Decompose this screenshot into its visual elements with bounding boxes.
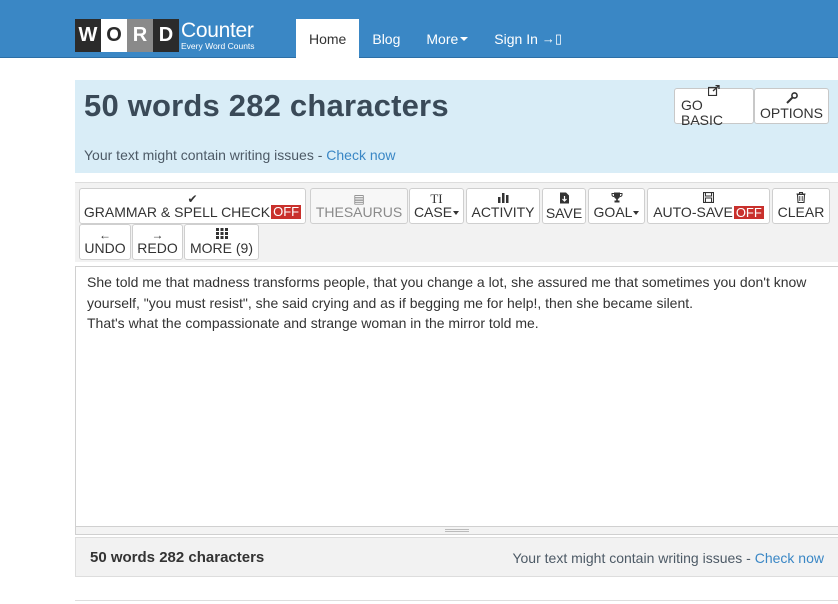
options-button[interactable]: OPTIONS	[754, 88, 829, 124]
go-basic-label: GO BASIC	[681, 96, 724, 128]
text-editor[interactable]: She told me that madness transforms peop…	[75, 266, 838, 527]
thesaurus-button[interactable]: ▤ THESAURUS	[310, 188, 408, 224]
goal-label: GOAL	[593, 204, 633, 221]
nav-blog-label: Blog	[372, 30, 401, 47]
site-logo[interactable]: W O R D Counter Every Word Counts	[75, 19, 255, 52]
nav-sign-in-label: Sign In	[494, 30, 538, 47]
book-icon: ▤	[353, 191, 365, 206]
clear-label: CLEAR	[777, 204, 825, 221]
grammar-label: GRAMMAR & SPELL CHECK	[83, 203, 271, 220]
arrow-right-icon: →	[151, 227, 164, 242]
case-caret-icon	[453, 210, 460, 215]
logo-letter-r: R	[127, 19, 153, 52]
nav-home-label: Home	[309, 30, 347, 47]
grip-icon	[445, 529, 469, 532]
save-label: SAVE	[545, 204, 583, 221]
sign-in-icon: →▯	[541, 30, 563, 46]
footer-stats-bar: 50 words 282 characters Your text might …	[75, 537, 838, 577]
undo-label: UNDO	[84, 239, 126, 256]
auto-save-off-badge: OFF	[733, 204, 764, 220]
case-label: CASE	[413, 204, 453, 221]
redo-button[interactable]: → REDO	[132, 224, 183, 260]
go-basic-button[interactable]: GO BASIC	[674, 84, 754, 128]
more-tools-label: MORE (9)	[190, 240, 253, 257]
check-icon: ✔	[187, 191, 198, 206]
activity-button[interactable]: ACTIVITY	[466, 188, 540, 224]
word-char-count: 50 words 282 characters	[84, 88, 449, 123]
download-file-icon	[559, 192, 570, 206]
auto-save-label-row: AUTO-SAVE OFF	[653, 205, 764, 220]
editor-line: yourself, "you must resist", she said cr…	[87, 294, 694, 311]
nav-more-label: More	[426, 30, 459, 47]
logo-tagline: Every Word Counts	[181, 41, 255, 52]
auto-save-button[interactable]: AUTO-SAVE OFF	[647, 188, 770, 224]
stats-banner: 50 words 282 characters Your text might …	[75, 80, 838, 173]
logo-letter-d: D	[153, 19, 179, 52]
external-link-icon	[707, 84, 720, 98]
grammar-off-badge: OFF	[271, 204, 302, 220]
top-navbar: W O R D Counter Every Word Counts Home B…	[0, 0, 838, 58]
grammar-label-row: GRAMMAR & SPELL CHECK OFF	[83, 203, 302, 220]
auto-save-label: AUTO-SAVE	[653, 204, 733, 221]
nav-more[interactable]: More	[413, 19, 481, 58]
footer-writing-issues-notice: Your text might contain writing issues -…	[512, 550, 824, 566]
editor-toolbar: ✔ GRAMMAR & SPELL CHECK OFF ▤ THESAURUS T…	[75, 182, 838, 262]
undo-button[interactable]: ← UNDO	[79, 224, 131, 260]
logo-name: Counter	[181, 19, 254, 43]
nav-blog[interactable]: Blog	[359, 19, 413, 58]
nav-sign-in[interactable]: Sign In →▯	[481, 19, 575, 58]
editor-resize-handle[interactable]	[75, 527, 838, 535]
footer-check-now-link[interactable]: Check now	[755, 550, 824, 566]
nav-home[interactable]: Home	[296, 19, 360, 58]
options-label: OPTIONS	[760, 104, 824, 121]
logo-wordmark: Counter Every Word Counts	[181, 20, 255, 51]
activity-label: ACTIVITY	[471, 204, 535, 221]
check-now-link[interactable]: Check now	[326, 147, 395, 163]
grammar-spell-check-button[interactable]: ✔ GRAMMAR & SPELL CHECK OFF	[79, 188, 306, 224]
goal-label-row: GOAL	[594, 205, 640, 220]
caret-down-icon	[460, 36, 469, 41]
editor-line: She told me that madness transforms peop…	[87, 274, 807, 290]
footer-writing-issues-text: Your text might contain writing issues -	[512, 550, 755, 566]
divider	[75, 600, 838, 601]
wrench-icon	[785, 91, 798, 106]
logo-letter-o: O	[101, 19, 127, 52]
more-tools-button[interactable]: MORE (9)	[184, 224, 259, 260]
goal-button[interactable]: GOAL	[588, 188, 645, 224]
save-button[interactable]: SAVE	[542, 188, 586, 224]
case-button[interactable]: TI CASE	[409, 188, 464, 224]
writing-issues-text: Your text might contain writing issues -	[84, 147, 327, 163]
editor-line: That's what the compassionate and strang…	[87, 315, 539, 331]
redo-label: REDO	[137, 239, 178, 256]
logo-letter-w: W	[75, 19, 101, 52]
case-label-row: CASE	[413, 204, 460, 221]
footer-word-char-count: 50 words 282 characters	[90, 549, 265, 566]
main-nav: Home Blog More Sign In →▯	[296, 19, 575, 58]
goal-caret-icon	[633, 210, 640, 215]
arrow-left-icon: ←	[99, 227, 111, 242]
writing-issues-notice: Your text might contain writing issues -…	[84, 147, 396, 163]
clear-button[interactable]: CLEAR	[772, 188, 830, 224]
thesaurus-label: THESAURUS	[315, 203, 403, 220]
